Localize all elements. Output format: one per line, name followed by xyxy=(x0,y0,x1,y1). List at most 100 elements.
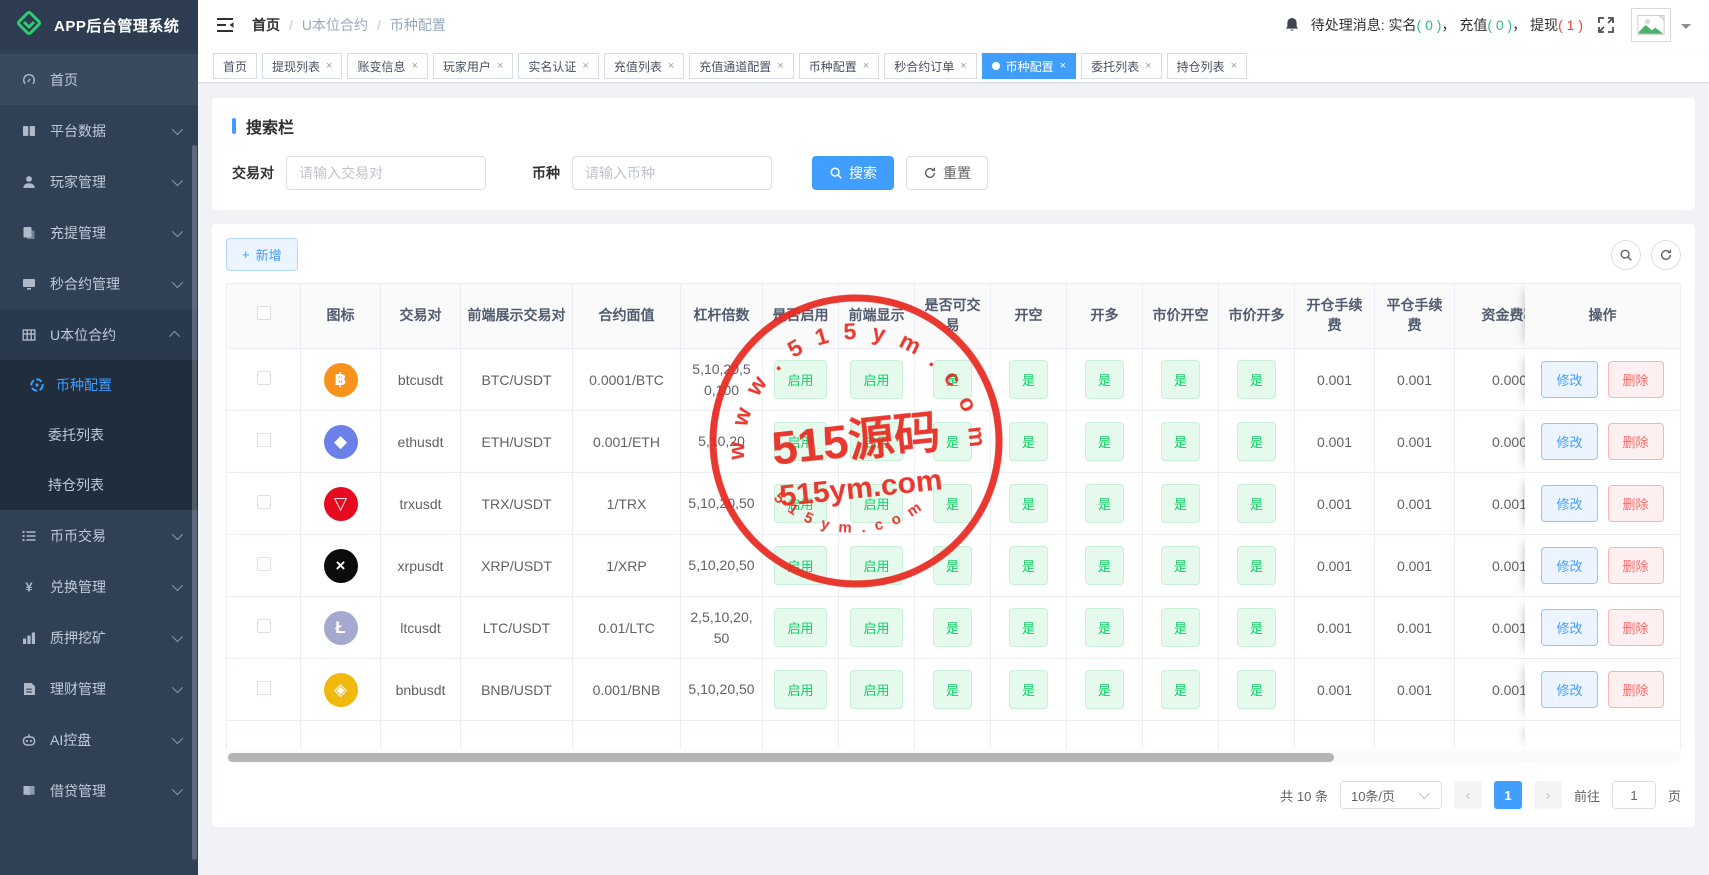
enabled-toggle[interactable]: 启用 xyxy=(774,608,826,647)
table-refresh-icon[interactable] xyxy=(1651,240,1681,270)
market-open-short-toggle[interactable]: 是 xyxy=(1161,546,1200,585)
reset-button[interactable]: 重置 xyxy=(906,156,988,190)
open-long-toggle[interactable]: 是 xyxy=(1085,360,1124,399)
open-long-toggle[interactable]: 是 xyxy=(1085,546,1124,585)
tradable-toggle[interactable]: 是 xyxy=(933,608,972,647)
pair-input[interactable] xyxy=(286,156,486,190)
front-show-toggle[interactable]: 启用 xyxy=(850,608,902,647)
tab-active[interactable]: 币种配置× xyxy=(982,53,1076,79)
sidebar-fold-icon[interactable] xyxy=(214,14,236,36)
edit-button[interactable]: 修改 xyxy=(1541,609,1597,646)
sidebar-scrollbar[interactable] xyxy=(192,145,197,860)
horizontal-scrollbar-thumb[interactable] xyxy=(228,753,1334,762)
enabled-toggle[interactable]: 启用 xyxy=(774,422,826,461)
table-search-icon[interactable] xyxy=(1611,240,1641,270)
tradable-toggle[interactable]: 是 xyxy=(933,546,972,585)
market-open-long-toggle[interactable]: 是 xyxy=(1237,422,1276,461)
prev-page-button[interactable]: ‹ xyxy=(1454,781,1482,809)
open-short-toggle[interactable]: 是 xyxy=(1009,422,1048,461)
row-checkbox[interactable] xyxy=(257,681,271,695)
tab-close-icon[interactable]: × xyxy=(777,60,783,72)
bell-icon[interactable] xyxy=(1283,16,1301,34)
delete-button[interactable]: 删除 xyxy=(1608,671,1664,708)
market-open-short-toggle[interactable]: 是 xyxy=(1161,360,1200,399)
add-button[interactable]: + 新增 xyxy=(226,238,298,271)
front-show-toggle[interactable]: 启用 xyxy=(850,422,902,461)
row-checkbox[interactable] xyxy=(257,433,271,447)
enabled-toggle[interactable]: 启用 xyxy=(774,546,826,585)
market-open-short-toggle[interactable]: 是 xyxy=(1161,608,1200,647)
sidebar-item[interactable]: 玩家管理 xyxy=(0,156,198,207)
sidebar-item[interactable]: 秒合约管理 xyxy=(0,258,198,309)
enabled-toggle[interactable]: 启用 xyxy=(774,360,826,399)
tab-close-icon[interactable]: × xyxy=(863,60,869,72)
market-open-long-toggle[interactable]: 是 xyxy=(1237,484,1276,523)
open-long-toggle[interactable]: 是 xyxy=(1085,484,1124,523)
tab-close-icon[interactable]: × xyxy=(1060,60,1066,72)
market-open-long-toggle[interactable]: 是 xyxy=(1237,608,1276,647)
tab-close-icon[interactable]: × xyxy=(960,60,966,72)
current-page-button[interactable]: 1 xyxy=(1494,781,1522,809)
market-open-long-toggle[interactable]: 是 xyxy=(1237,546,1276,585)
market-open-long-toggle[interactable]: 是 xyxy=(1237,670,1276,709)
sidebar-item[interactable]: 充提管理 xyxy=(0,207,198,258)
enabled-toggle[interactable]: 启用 xyxy=(774,484,826,523)
front-show-toggle[interactable]: 启用 xyxy=(850,546,902,585)
market-open-short-toggle[interactable]: 是 xyxy=(1161,484,1200,523)
tab-item[interactable]: 账变信息× xyxy=(347,53,427,79)
tab-close-icon[interactable]: × xyxy=(1231,60,1237,72)
goto-page-input[interactable] xyxy=(1612,781,1656,809)
front-show-toggle[interactable]: 启用 xyxy=(850,484,902,523)
breadcrumb-item[interactable]: 首页 xyxy=(252,15,280,35)
tab-item[interactable]: 玩家用户× xyxy=(433,53,513,79)
tab-close-icon[interactable]: × xyxy=(582,60,588,72)
tab-close-icon[interactable]: × xyxy=(326,60,332,72)
avatar-caret-icon[interactable] xyxy=(1681,24,1691,34)
search-button[interactable]: 搜索 xyxy=(812,156,894,190)
open-short-toggle[interactable]: 是 xyxy=(1009,670,1048,709)
open-long-toggle[interactable]: 是 xyxy=(1085,670,1124,709)
open-short-toggle[interactable]: 是 xyxy=(1009,360,1048,399)
tab-close-icon[interactable]: × xyxy=(1145,60,1151,72)
tab-item[interactable]: 充值列表× xyxy=(604,53,684,79)
tab-item[interactable]: 秒合约订单× xyxy=(884,53,976,79)
edit-button[interactable]: 修改 xyxy=(1541,361,1597,398)
breadcrumb-item[interactable]: U本位合约 xyxy=(302,15,368,35)
open-short-toggle[interactable]: 是 xyxy=(1009,608,1048,647)
fullscreen-icon[interactable] xyxy=(1597,16,1615,34)
market-open-short-toggle[interactable]: 是 xyxy=(1161,422,1200,461)
tradable-toggle[interactable]: 是 xyxy=(933,360,972,399)
sidebar-item[interactable]: 理财管理 xyxy=(0,663,198,714)
tab-item[interactable]: 提现列表× xyxy=(262,53,342,79)
tab-item[interactable]: 币种配置× xyxy=(799,53,879,79)
breadcrumb-item[interactable]: 币种配置 xyxy=(390,15,446,35)
tab-close-icon[interactable]: × xyxy=(668,60,674,72)
tab-close-icon[interactable]: × xyxy=(411,60,417,72)
sidebar-item[interactable]: ¥兑换管理 xyxy=(0,561,198,612)
delete-button[interactable]: 删除 xyxy=(1608,361,1664,398)
next-page-button[interactable]: › xyxy=(1534,781,1562,809)
open-long-toggle[interactable]: 是 xyxy=(1085,422,1124,461)
open-short-toggle[interactable]: 是 xyxy=(1009,546,1048,585)
edit-button[interactable]: 修改 xyxy=(1541,671,1597,708)
market-open-short-toggle[interactable]: 是 xyxy=(1161,670,1200,709)
tradable-toggle[interactable]: 是 xyxy=(933,422,972,461)
row-checkbox[interactable] xyxy=(257,557,271,571)
delete-button[interactable]: 删除 xyxy=(1608,423,1664,460)
sidebar-item[interactable]: U本位合约 xyxy=(0,309,198,360)
tab-item[interactable]: 持仓列表× xyxy=(1167,53,1247,79)
tab-item[interactable]: 充值通道配置× xyxy=(689,53,793,79)
market-open-long-toggle[interactable]: 是 xyxy=(1237,360,1276,399)
sidebar-subitem[interactable]: 持仓列表 xyxy=(0,460,198,510)
delete-button[interactable]: 删除 xyxy=(1608,547,1664,584)
open-short-toggle[interactable]: 是 xyxy=(1009,484,1048,523)
sidebar-item[interactable]: AI控盘 xyxy=(0,714,198,765)
sidebar-item[interactable]: 质押挖矿 xyxy=(0,612,198,663)
tab-item[interactable]: 实名认证× xyxy=(518,53,598,79)
front-show-toggle[interactable]: 启用 xyxy=(850,670,902,709)
front-show-toggle[interactable]: 启用 xyxy=(850,360,902,399)
delete-button[interactable]: 删除 xyxy=(1608,609,1664,646)
tradable-toggle[interactable]: 是 xyxy=(933,670,972,709)
tradable-toggle[interactable]: 是 xyxy=(933,484,972,523)
row-checkbox[interactable] xyxy=(257,495,271,509)
